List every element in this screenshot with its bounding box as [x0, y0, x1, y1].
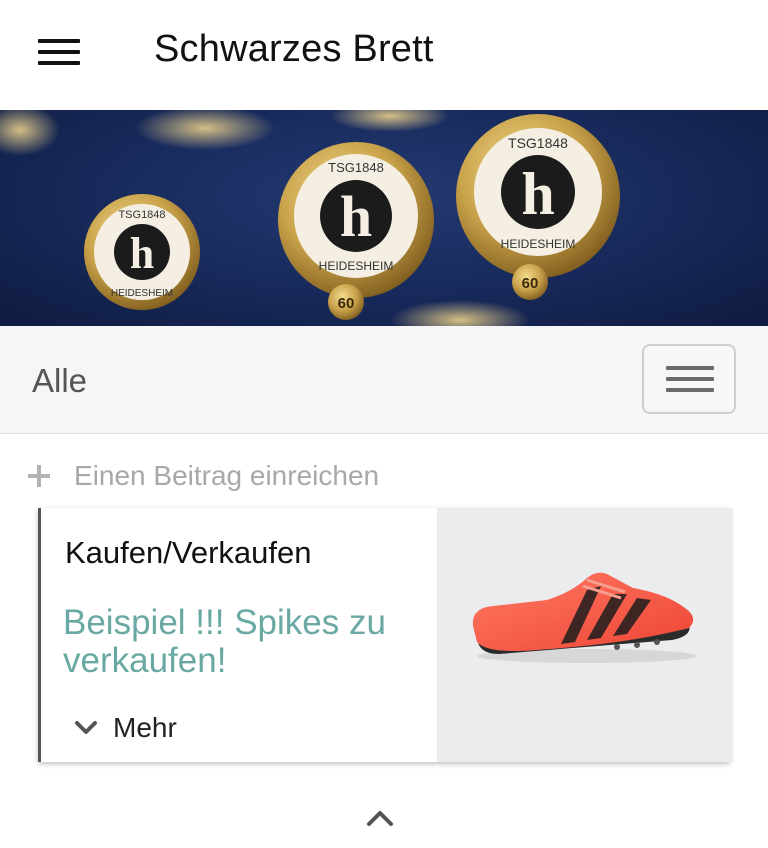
chevron-up-icon[interactable]	[364, 806, 396, 830]
filter-menu-icon[interactable]	[642, 344, 736, 414]
submit-post-label: Einen Beitrag einreichen	[74, 460, 380, 491]
hamburger-menu-icon[interactable]	[38, 36, 82, 68]
chevron-down-icon	[75, 721, 97, 734]
banner-image: h TSG1848 HEIDESHEIM h TSG1848 HEIDESHEI…	[0, 110, 768, 326]
svg-text:TSG1848: TSG1848	[118, 209, 165, 221]
post-more-label: Mehr	[113, 712, 177, 743]
post-more-toggle[interactable]: Mehr	[73, 712, 177, 744]
svg-text:HEIDESHEIM: HEIDESHEIM	[319, 259, 394, 273]
svg-text:h: h	[130, 229, 154, 278]
svg-text:HEIDESHEIM: HEIDESHEIM	[501, 237, 576, 251]
app-header: Schwarzes Brett	[0, 0, 768, 110]
post-card[interactable]: Kaufen/Verkaufen Beispiel !!! Spikes zu …	[38, 508, 733, 762]
page-title: Schwarzes Brett	[154, 28, 434, 70]
submit-post-link[interactable]: Einen Beitrag einreichen	[28, 458, 379, 494]
running-spike-shoe-image[interactable]	[437, 508, 733, 762]
club-pin-left: h TSG1848 HEIDESHEIM	[84, 194, 200, 310]
svg-text:HEIDESHEIM: HEIDESHEIM	[111, 288, 173, 299]
svg-text:h: h	[340, 184, 372, 249]
svg-text:60: 60	[522, 275, 539, 292]
plus-icon	[28, 465, 50, 487]
svg-text:60: 60	[338, 295, 355, 312]
post-category: Kaufen/Verkaufen	[65, 535, 312, 570]
post-title[interactable]: Beispiel !!! Spikes zu verkaufen!	[63, 604, 433, 680]
svg-text:TSG1848: TSG1848	[508, 135, 568, 151]
category-filter-label: Alle	[32, 362, 88, 399]
svg-text:TSG1848: TSG1848	[328, 160, 384, 175]
svg-text:h: h	[521, 161, 554, 227]
club-pin-center: h TSG1848 HEIDESHEIM 60	[278, 142, 434, 320]
club-pin-right: h TSG1848 HEIDESHEIM 60	[456, 114, 620, 300]
